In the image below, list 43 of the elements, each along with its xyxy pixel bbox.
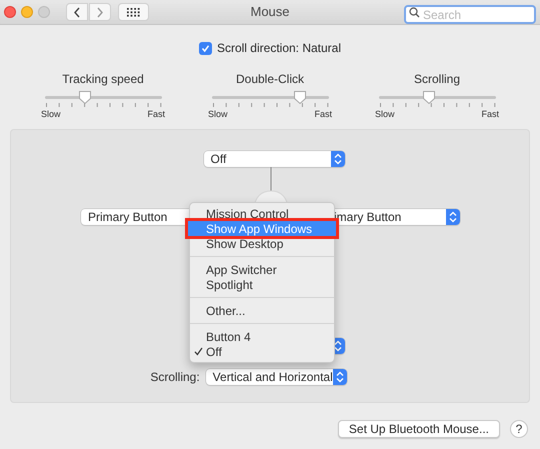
minimize-button[interactable]: [21, 6, 33, 18]
slider-min-label: Slow: [41, 110, 61, 119]
slider-min-label: Slow: [375, 110, 395, 119]
menu-item[interactable]: Spotlight: [190, 277, 334, 292]
slider[interactable]: [212, 90, 328, 105]
back-button[interactable]: [66, 3, 88, 21]
check-mark-icon: [194, 347, 203, 356]
check-icon: [200, 44, 210, 52]
slider-label: Double-Click: [236, 73, 304, 85]
slider-max-label: Fast: [481, 110, 499, 119]
search-icon: [409, 6, 420, 18]
menu-item[interactable]: Off: [190, 344, 334, 359]
menu-item[interactable]: Show Desktop: [190, 236, 334, 251]
checkbox-label: Scroll direction: Natural: [216, 40, 342, 57]
slider-thumb[interactable]: [422, 90, 436, 105]
stepper-icon: [332, 369, 347, 385]
show-all-button[interactable]: [118, 3, 149, 21]
chevron-right-icon: [96, 6, 104, 18]
stepper-icon: [446, 209, 460, 225]
slider[interactable]: [44, 90, 162, 105]
window-title: Mouse: [250, 3, 290, 22]
slider-thumb[interactable]: [293, 90, 308, 105]
slider-max-label: Fast: [147, 110, 165, 119]
grid-icon: [127, 8, 140, 16]
popup-button[interactable]: Off: [204, 151, 344, 167]
stepper-icon: [330, 151, 344, 167]
search-field[interactable]: Search: [404, 5, 536, 24]
slider-label: Tracking speed: [62, 73, 144, 85]
setup-bluetooth-button[interactable]: Set Up Bluetooth Mouse...: [338, 420, 500, 438]
slider-label: Scrolling: [414, 73, 460, 85]
slider[interactable]: [378, 90, 496, 105]
slider-min-label: Slow: [208, 110, 228, 119]
checkbox[interactable]: [198, 42, 212, 54]
scrolling-label: Scrolling:: [150, 369, 200, 386]
help-button[interactable]: ?: [510, 420, 528, 438]
close-button[interactable]: [4, 6, 16, 18]
menu-item[interactable]: Other...: [190, 303, 334, 318]
slider-thumb[interactable]: [78, 90, 92, 105]
menu-item[interactable]: Button 4: [190, 329, 334, 344]
chevron-left-icon: [73, 6, 81, 18]
menu-item[interactable]: App Switcher: [190, 262, 334, 277]
popup-button[interactable]: Vertical and Horizontal: [206, 369, 347, 385]
slider-max-label: Fast: [314, 110, 332, 119]
